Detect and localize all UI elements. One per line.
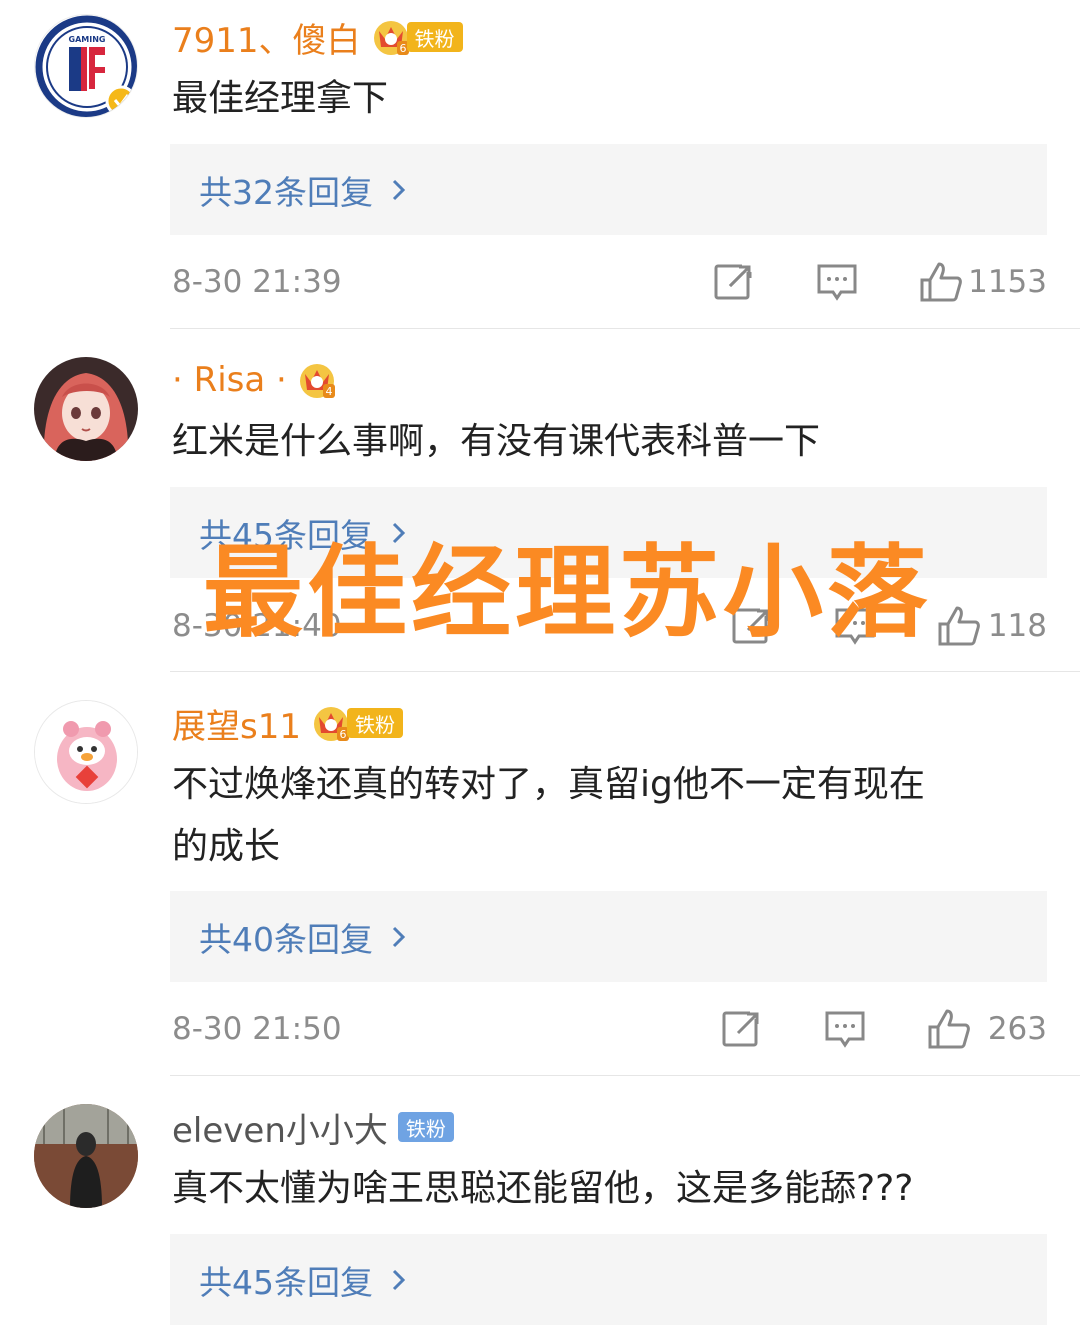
crown-icon: 6 bbox=[373, 21, 409, 55]
badge-label: 铁粉 bbox=[346, 708, 403, 738]
fan-badge[interactable]: 6 铁粉 bbox=[311, 703, 403, 743]
like-icon[interactable] bbox=[927, 1007, 971, 1051]
fan-badge[interactable]: 6 铁粉 bbox=[371, 17, 463, 57]
comment-text-line: 不过焕烽还真的转对了，真留ig他不一定有现在 bbox=[172, 764, 925, 805]
name-row: 展望s11 6 铁粉 bbox=[172, 699, 403, 748]
badge-label: 铁粉 bbox=[406, 22, 463, 52]
svg-text:6: 6 bbox=[399, 42, 406, 55]
photo-avatar-icon bbox=[34, 1104, 138, 1208]
avatar[interactable] bbox=[34, 357, 138, 461]
fan-badge[interactable]: 铁粉 bbox=[397, 1112, 454, 1142]
comment-text: 真不太懂为啥王思聪还能留他，这是多能舔??? bbox=[172, 1168, 914, 1209]
divider bbox=[170, 328, 1080, 329]
comment-meta: 8-30 21:50 263 bbox=[172, 1007, 1047, 1051]
chevron-right-icon bbox=[392, 179, 406, 200]
replies-box[interactable]: 共32条回复 bbox=[170, 144, 1047, 235]
lgd-logo-icon: GAMING bbox=[35, 15, 137, 117]
like-count: 118 bbox=[987, 608, 1047, 644]
divider bbox=[170, 671, 1080, 672]
replies-count: 共40条回复 bbox=[199, 919, 373, 959]
svg-text:4: 4 bbox=[325, 385, 332, 398]
chevron-right-icon bbox=[392, 926, 406, 947]
username[interactable]: eleven小小大 bbox=[172, 1103, 388, 1152]
avatar[interactable]: GAMING bbox=[34, 14, 138, 118]
timestamp: 8-30 21:39 bbox=[172, 264, 342, 300]
like-icon[interactable] bbox=[919, 260, 963, 304]
comment-icon[interactable] bbox=[823, 1007, 867, 1051]
name-row: eleven小小大 铁粉 bbox=[172, 1103, 454, 1152]
share-icon[interactable] bbox=[720, 1007, 764, 1051]
svg-text:6: 6 bbox=[339, 728, 346, 741]
view-replies-link[interactable]: 共40条回复 bbox=[199, 913, 407, 961]
view-replies-link[interactable]: 共32条回复 bbox=[199, 166, 407, 214]
comment-text: 最佳经理拿下 bbox=[172, 78, 389, 119]
timestamp: 8-30 21:50 bbox=[172, 1011, 342, 1047]
like-count: 1153 bbox=[968, 264, 1047, 300]
share-icon[interactable] bbox=[712, 260, 756, 304]
comment-text-line: 的成长 bbox=[172, 826, 281, 867]
comment-text: 红米是什么事啊，有没有课代表科普一下 bbox=[172, 421, 821, 462]
replies-count: 共45条回复 bbox=[199, 1262, 373, 1302]
badge-label: 铁粉 bbox=[397, 1112, 454, 1142]
comment-meta: 8-30 21:39 1153 bbox=[172, 260, 1047, 304]
divider bbox=[170, 1075, 1080, 1076]
replies-count: 共32条回复 bbox=[199, 172, 373, 212]
fan-badge[interactable]: 4 bbox=[297, 360, 337, 400]
avatar[interactable] bbox=[34, 1104, 138, 1208]
like-count: 263 bbox=[987, 1011, 1047, 1047]
replies-box[interactable]: 共40条回复 bbox=[170, 891, 1047, 982]
crown-icon: 4 bbox=[299, 364, 335, 398]
replies-box[interactable]: 共45条回复 bbox=[170, 1234, 1047, 1325]
pig-avatar-icon bbox=[35, 701, 137, 803]
username[interactable]: 7911、傻白 bbox=[172, 13, 361, 62]
crown-icon: 6 bbox=[313, 707, 349, 741]
like-icon[interactable] bbox=[937, 604, 981, 648]
username[interactable]: 展望s11 bbox=[172, 699, 301, 748]
logo-text: GAMING bbox=[69, 35, 106, 44]
username[interactable]: · Risa · bbox=[172, 360, 287, 400]
view-replies-link[interactable]: 共45条回复 bbox=[199, 1256, 407, 1304]
chevron-right-icon bbox=[392, 1269, 406, 1290]
name-row: · Risa · 4 bbox=[172, 357, 337, 403]
comment-icon[interactable] bbox=[815, 260, 859, 304]
name-row: 7911、傻白 6 铁粉 bbox=[172, 13, 463, 62]
anime-avatar-icon bbox=[34, 357, 138, 461]
watermark-text: 最佳经理苏小落 bbox=[203, 534, 931, 651]
avatar[interactable] bbox=[34, 700, 138, 804]
